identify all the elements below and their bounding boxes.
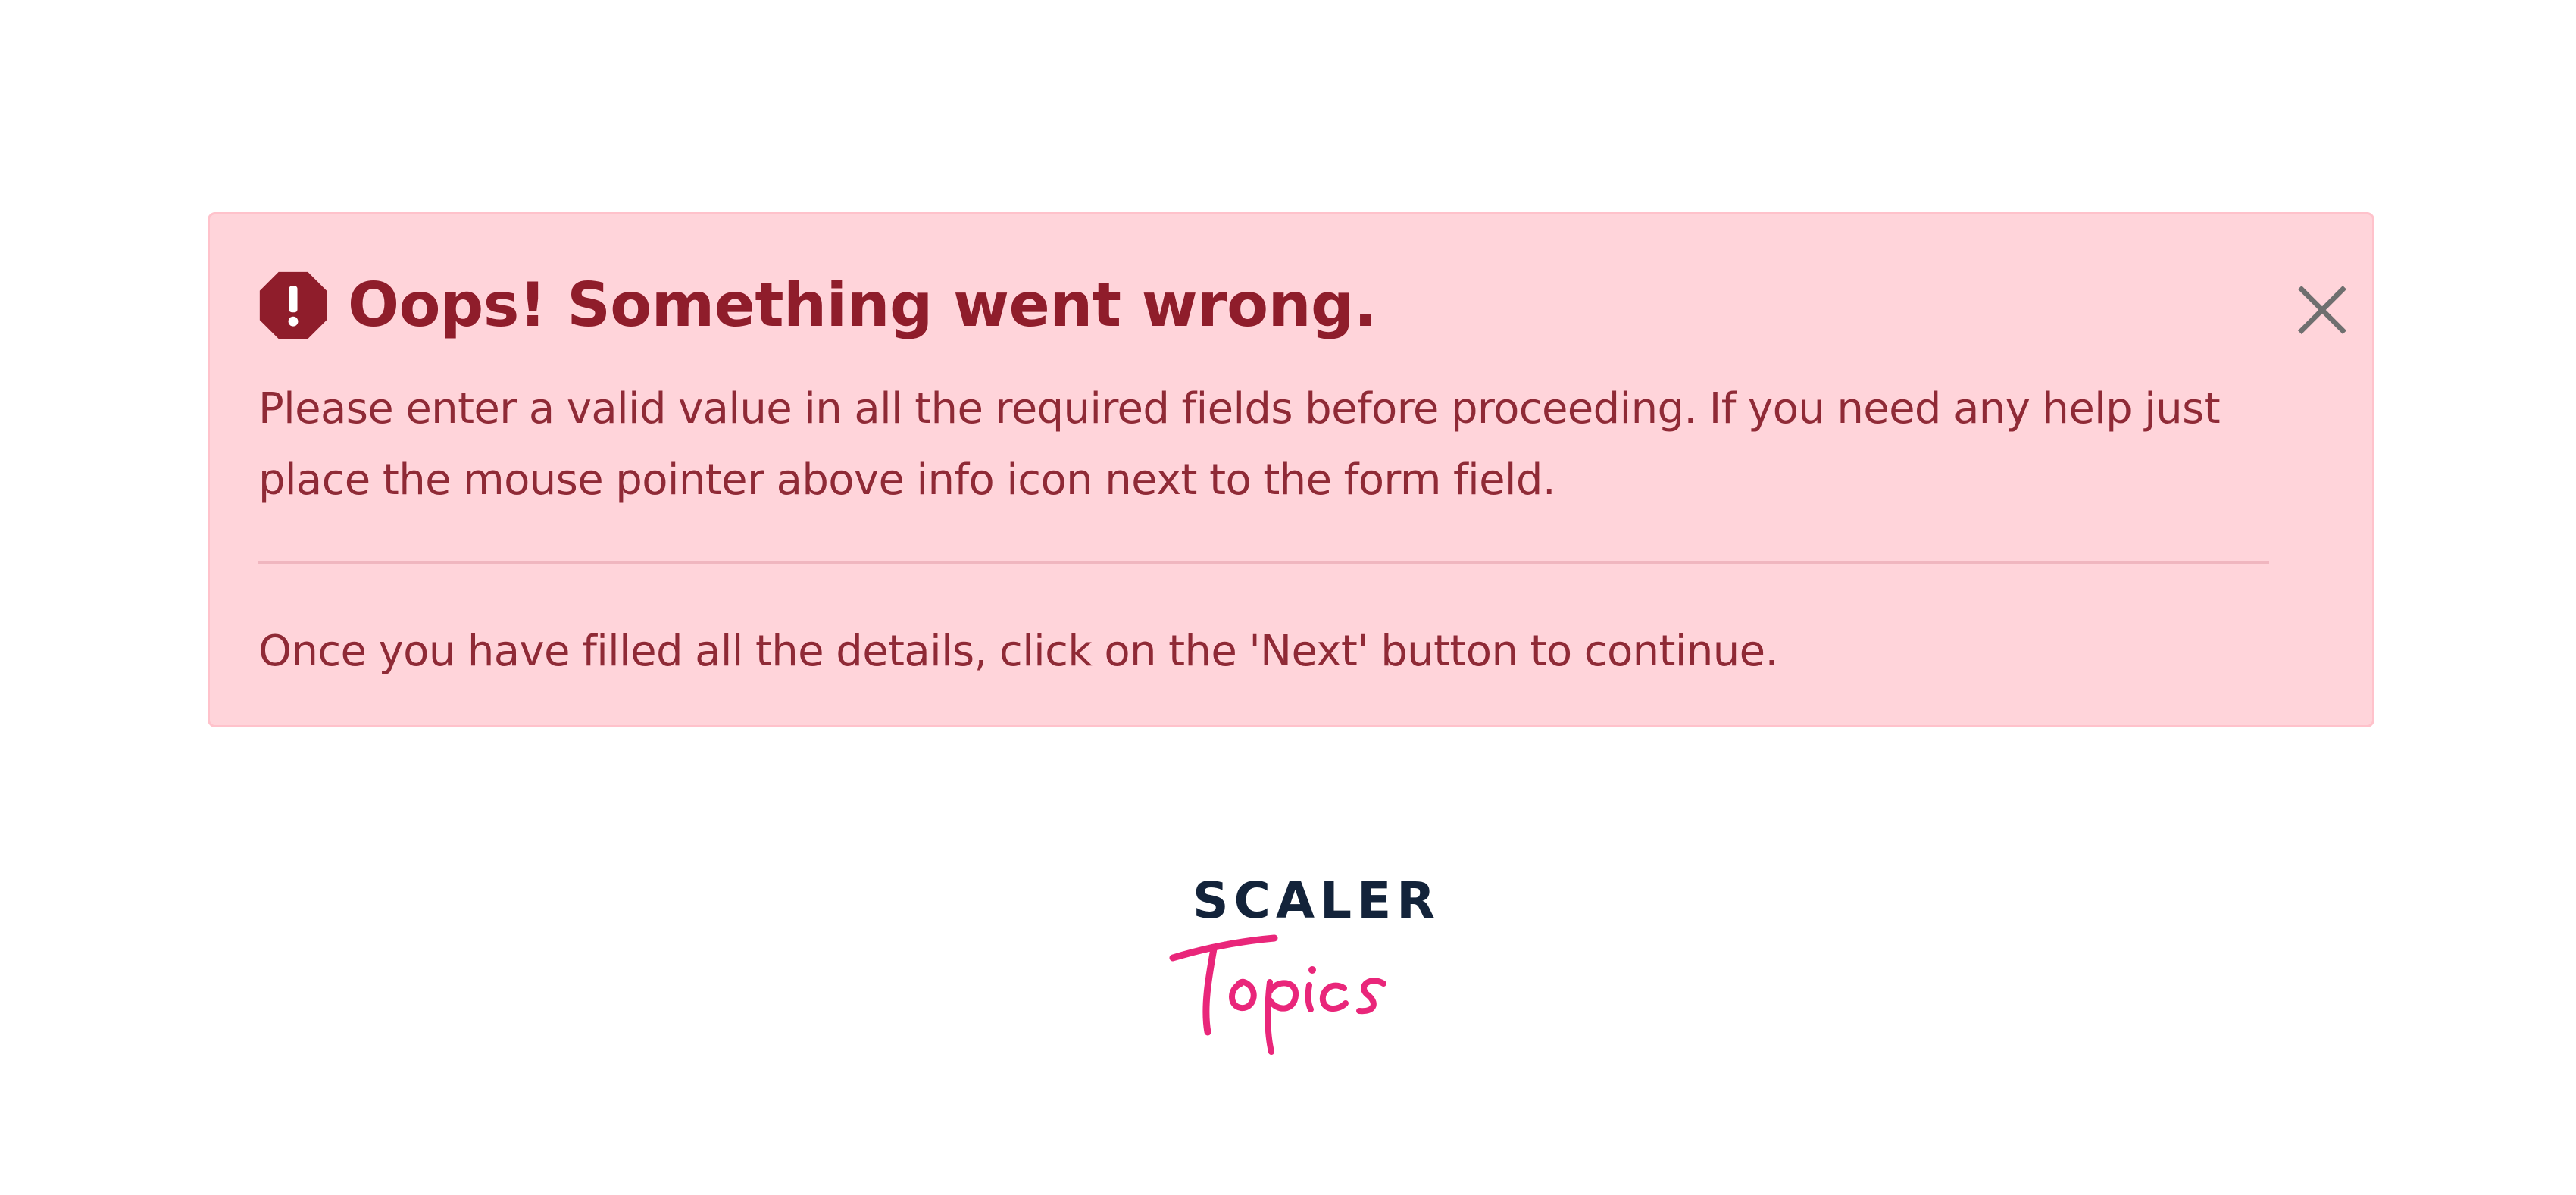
brand-name: SCALER	[1193, 871, 1441, 930]
alert-heading: Oops! Something went wrong.	[258, 267, 1377, 343]
error-octagon-icon	[259, 271, 327, 339]
page: Oops! Something went wrong. Please enter…	[0, 0, 2576, 1195]
alert-title: Oops! Something went wrong.	[348, 270, 1377, 340]
scaler-topics-logo: SCALER	[1167, 864, 1435, 1061]
alert-divider	[258, 561, 2269, 564]
close-button[interactable]	[2284, 272, 2360, 348]
alert-message: Please enter a valid value in all the re…	[258, 384, 2221, 505]
error-alert: Oops! Something went wrong. Please enter…	[208, 212, 2374, 727]
close-icon	[2297, 285, 2347, 335]
alert-footer-text: Once you have filled all the details, cl…	[258, 627, 1778, 676]
brand-tagline-script	[1169, 934, 1386, 1055]
